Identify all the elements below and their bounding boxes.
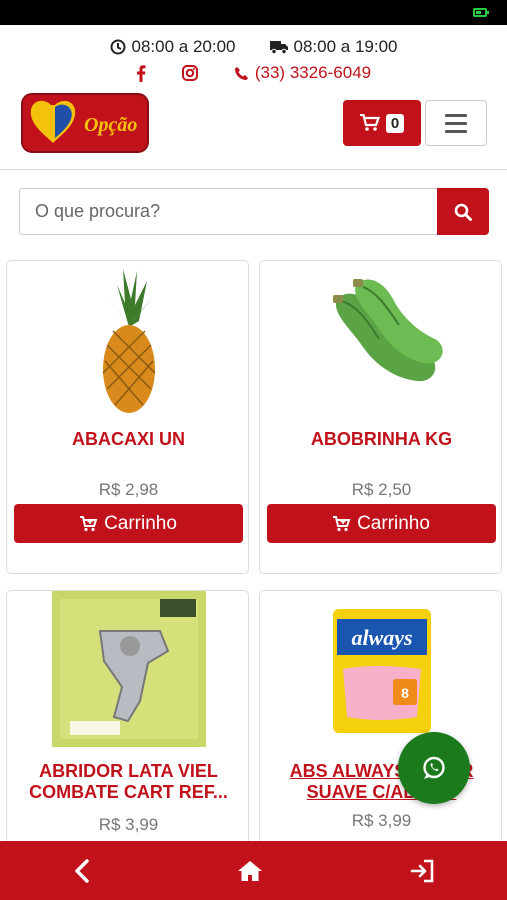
cart-icon [359,114,380,131]
product-price: R$ 2,50 [351,480,412,499]
search-bar [19,188,489,235]
delivery-hours: 08:00 a 19:00 [269,37,398,57]
facebook-icon[interactable] [136,64,146,82]
product-image-always-pads[interactable]: always 8 [260,609,503,739]
product-price: R$ 3,99 [351,811,412,830]
phone-number: (33) 3326-6049 [254,63,372,82]
phone-icon [234,66,248,80]
add-to-cart-label: Carrinho [357,512,430,534]
home-icon[interactable] [237,860,263,882]
search-input[interactable] [19,188,437,235]
product-name[interactable]: ABOBRINHA KG [268,429,495,450]
status-bar [0,0,507,25]
clock-icon [110,39,126,55]
whatsapp-icon [423,756,445,779]
logout-icon[interactable] [410,859,434,883]
header: Opção 0 [0,90,507,170]
battery-icon [473,8,489,17]
product-image-pineapple[interactable] [7,265,250,417]
product-image-can-opener[interactable] [7,591,250,749]
svg-text:8: 8 [401,685,409,701]
product-price: R$ 3,99 [98,815,159,834]
add-to-cart-label: Carrinho [104,512,177,534]
add-to-cart-button[interactable]: Carrinho [14,504,243,543]
search-icon [454,203,472,221]
add-to-cart-button[interactable]: Carrinho [267,504,496,543]
svg-text:always: always [351,625,412,650]
svg-text:Opção: Opção [84,114,137,136]
store-hours-text: 08:00 a 20:00 [131,37,236,56]
product-name[interactable]: ABRIDOR LATA VIEL COMBATE CART REF... [15,761,242,803]
store-hours: 08:00 a 20:00 [110,37,236,57]
cart-plus-icon [80,515,98,531]
store-info: 08:00 a 20:00 08:00 a 19:00 (33) 3326-60… [0,36,507,84]
whatsapp-button[interactable] [398,732,470,804]
instagram-icon[interactable] [181,65,198,81]
search-button[interactable] [437,188,489,235]
product-name[interactable]: ABACAXI UN [15,429,242,450]
phone-link[interactable]: (33) 3326-6049 [234,63,371,83]
product-card[interactable]: ABRIDOR LATA VIEL COMBATE CART REF... R$… [6,590,249,860]
store-logo[interactable]: Opção [21,93,149,153]
bottom-navigation [0,841,507,900]
back-icon[interactable] [73,858,91,883]
cart-plus-icon [333,515,351,531]
truck-icon [269,41,288,54]
product-image-zucchini[interactable] [260,271,503,411]
cart-count-badge: 0 [385,113,405,133]
product-card[interactable]: always 8 ABS ALWAYS SUPER SUAVE C/ABAS 8… [259,590,502,860]
logo-graphic: Opção [21,93,149,153]
delivery-hours-text: 08:00 a 19:00 [293,37,398,56]
menu-button[interactable] [425,100,487,146]
product-card[interactable]: ABOBRINHA KG R$ 2,50 Carrinho [259,260,502,574]
cart-button[interactable]: 0 [343,100,421,146]
hamburger-icon-bar [445,113,467,117]
product-price: R$ 2,98 [98,480,159,499]
product-card[interactable]: ABACAXI UN R$ 2,98 Carrinho [6,260,249,574]
